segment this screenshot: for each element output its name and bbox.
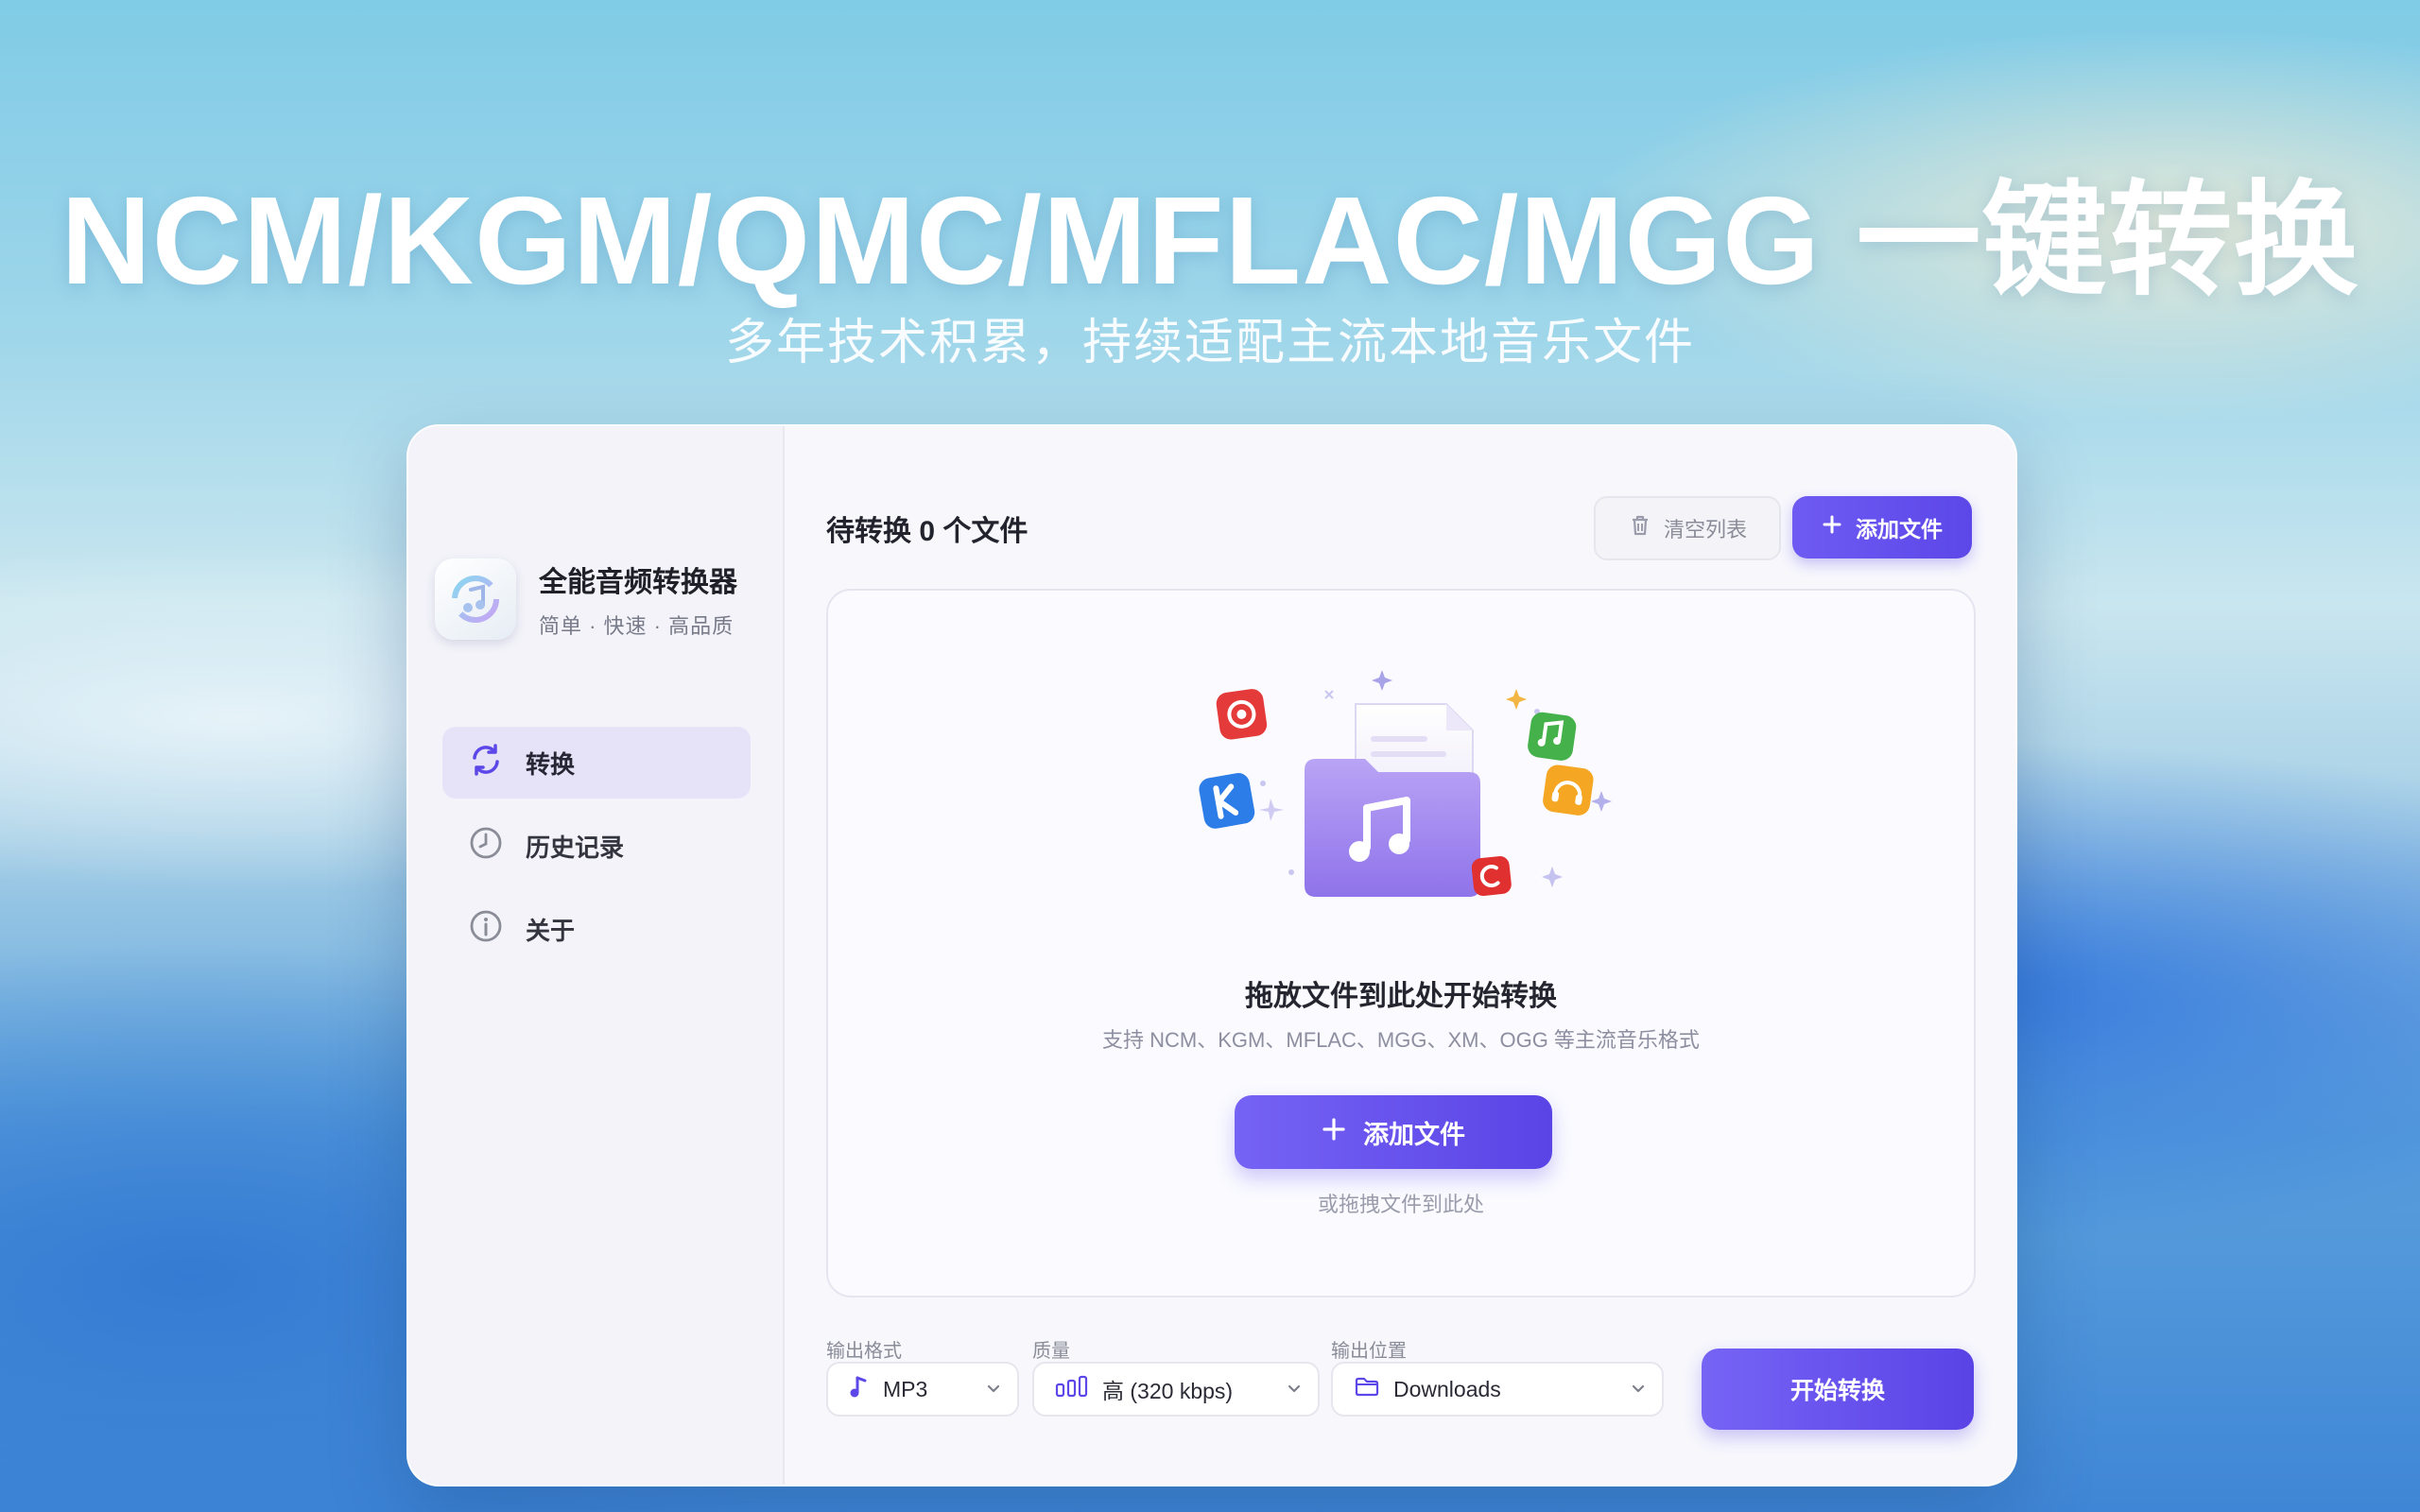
quality-value: 高 (320 kbps) <box>1102 1379 1234 1403</box>
drop-zone[interactable]: 拖放文件到此处开始转换 支持 NCM、KGM、MFLAC、MGG、XM、OGG … <box>826 589 1976 1297</box>
sidebar-item-label: 转换 <box>526 749 576 779</box>
music-folder-illustration <box>1199 670 1612 897</box>
sidebar-item-history[interactable]: 历史记录 <box>442 810 751 882</box>
add-file-primary-label: 添加文件 <box>1363 1120 1465 1149</box>
plus-icon <box>1322 1117 1346 1148</box>
format-select[interactable]: MP3 <box>826 1362 1019 1417</box>
clear-list-label: 清空列表 <box>1663 518 1747 541</box>
sidebar-nav: 转换 历史记录 关于 <box>442 727 751 976</box>
start-convert-button[interactable]: 开始转换 <box>1702 1349 1974 1430</box>
chevron-down-icon <box>985 1377 1002 1402</box>
info-icon <box>467 907 505 952</box>
format-value: MP3 <box>883 1376 928 1401</box>
drop-zone-title: 拖放文件到此处开始转换 <box>1245 981 1557 1012</box>
plus-icon <box>1822 514 1842 541</box>
clear-list-button[interactable]: 清空列表 <box>1594 496 1781 560</box>
clock-icon <box>467 824 505 868</box>
output-location-value: Downloads <box>1393 1376 1501 1401</box>
app-logo-icon <box>435 558 516 640</box>
main-panel: 待转换 0 个文件 清空列表 添加文件 拖放文件到此处开始转换 支持 NCM、K… <box>785 426 2015 1485</box>
page-title: 待转换 0 个文件 <box>826 516 1028 547</box>
sync-icon <box>467 741 505 785</box>
folder-icon <box>1354 1375 1380 1403</box>
hero-subtitle: 多年技术积累，持续适配主流本地音乐文件 <box>724 316 1695 370</box>
sidebar-item-about[interactable]: 关于 <box>442 893 751 965</box>
trash-icon <box>1628 513 1652 543</box>
format-label: 输出格式 <box>826 1341 902 1362</box>
hero-title: NCM/KGM/QMC/MFLAC/MGG 一键转换 <box>60 171 2360 310</box>
add-file-primary-button[interactable]: 添加文件 <box>1235 1095 1552 1169</box>
bars-icon <box>1055 1375 1089 1403</box>
sidebar-item-convert[interactable]: 转换 <box>442 727 751 799</box>
app-tagline: 简单 · 快速 · 高品质 <box>539 614 735 638</box>
app-window: 全能音频转换器 简单 · 快速 · 高品质 转换 历史记录 关于 待转换 0 个… <box>406 424 2017 1486</box>
quality-select[interactable]: 高 (320 kbps) <box>1032 1362 1320 1417</box>
drop-zone-subtitle: 支持 NCM、KGM、MFLAC、MGG、XM、OGG 等主流音乐格式 <box>1102 1028 1700 1052</box>
drop-zone-hint: 或拖拽文件到此处 <box>1317 1193 1484 1216</box>
output-location-label: 输出位置 <box>1331 1341 1407 1362</box>
chevron-down-icon <box>1286 1377 1303 1402</box>
chevron-down-icon <box>1630 1377 1647 1402</box>
sidebar-item-label: 关于 <box>526 916 576 945</box>
music-note-icon <box>849 1374 870 1404</box>
brand: 全能音频转换器 简单 · 快速 · 高品质 <box>435 558 737 640</box>
add-file-label: 添加文件 <box>1856 517 1943 541</box>
sidebar: 全能音频转换器 简单 · 快速 · 高品质 转换 历史记录 关于 <box>408 426 785 1485</box>
add-file-button[interactable]: 添加文件 <box>1792 496 1972 558</box>
app-name: 全能音频转换器 <box>539 567 737 598</box>
output-location-select[interactable]: Downloads <box>1331 1362 1664 1417</box>
quality-label: 质量 <box>1032 1341 1070 1362</box>
sidebar-item-label: 历史记录 <box>526 833 625 862</box>
